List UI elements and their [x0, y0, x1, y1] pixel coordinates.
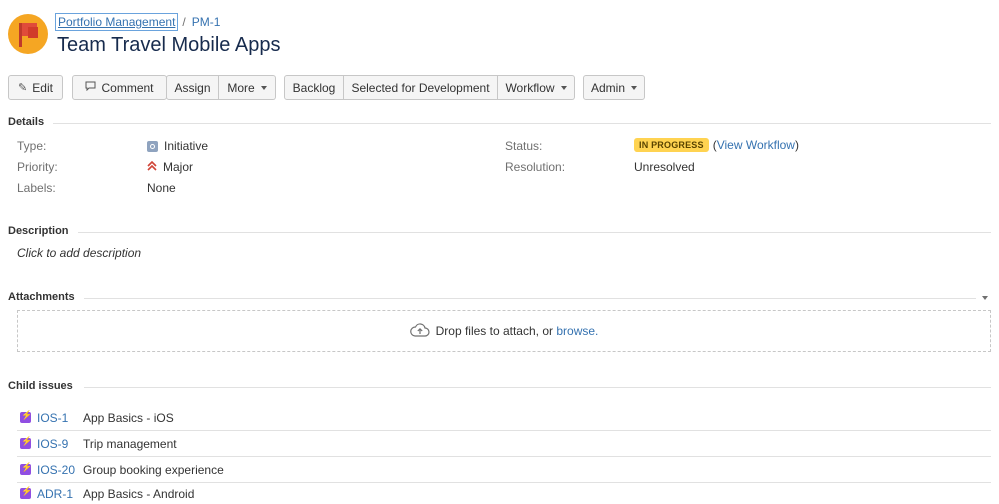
- attachment-dropzone[interactable]: Drop files to attach, or browse.: [17, 310, 991, 352]
- priority-label: Priority:: [17, 160, 58, 174]
- issue-title[interactable]: Team Travel Mobile Apps: [57, 34, 280, 57]
- drop-text: Drop files to attach, or: [435, 324, 553, 338]
- child-issue-summary[interactable]: App Basics - iOS: [83, 411, 174, 425]
- selected-for-development-label: Selected for Development: [351, 80, 490, 95]
- details-heading[interactable]: Details: [8, 116, 44, 128]
- table-row[interactable]: ADR-1 App Basics - Android: [17, 483, 991, 504]
- breadcrumb: Portfolio Management / PM-1: [54, 13, 221, 31]
- child-issue-summary[interactable]: Trip management: [83, 437, 177, 451]
- table-row[interactable]: IOS-1 App Basics - iOS: [17, 405, 991, 431]
- child-issue-summary[interactable]: App Basics - Android: [83, 487, 194, 501]
- status-label: Status:: [505, 139, 543, 153]
- chevron-down-icon[interactable]: [982, 296, 988, 300]
- attachments-divider: [84, 298, 976, 299]
- edit-button[interactable]: ✎ Edit: [8, 75, 63, 100]
- browse-link[interactable]: browse.: [556, 324, 598, 338]
- comment-icon: [85, 81, 96, 94]
- type-value: Initiative: [147, 139, 208, 153]
- details-divider: [53, 123, 991, 124]
- more-button[interactable]: More: [219, 75, 276, 100]
- child-issues-divider: [84, 387, 991, 388]
- comment-label: Comment: [101, 80, 154, 95]
- child-issue-key[interactable]: IOS-1: [37, 411, 83, 425]
- breadcrumb-issue-key[interactable]: PM-1: [192, 15, 221, 29]
- admin-label: Admin: [590, 80, 625, 95]
- epic-icon: [20, 462, 32, 475]
- breadcrumb-separator: /: [182, 15, 186, 29]
- priority-text: Major: [163, 160, 194, 174]
- workflow-label: Workflow: [505, 80, 555, 95]
- epic-icon: [20, 410, 32, 423]
- view-workflow-paren-close: ): [794, 138, 799, 152]
- backlog-label: Backlog: [292, 80, 336, 95]
- epic-icon: [20, 436, 32, 449]
- assign-label: Assign: [174, 80, 211, 95]
- child-issues-heading[interactable]: Child issues: [8, 380, 73, 392]
- labels-label: Labels:: [17, 181, 56, 195]
- status-badge: IN PROGRESS: [634, 138, 709, 152]
- child-issue-summary[interactable]: Group booking experience: [83, 463, 224, 477]
- comment-button[interactable]: Comment: [72, 75, 167, 100]
- attachments-heading[interactable]: Attachments: [8, 291, 75, 303]
- assign-button[interactable]: Assign: [166, 75, 219, 100]
- more-label: More: [227, 80, 255, 95]
- chevron-down-icon: [260, 86, 267, 90]
- chevron-down-icon: [631, 86, 637, 90]
- child-issue-key[interactable]: ADR-1: [37, 487, 83, 501]
- breadcrumb-project-link[interactable]: Portfolio Management: [54, 13, 179, 31]
- table-row[interactable]: IOS-20 Group booking experience: [17, 457, 991, 483]
- backlog-button[interactable]: Backlog: [284, 75, 344, 100]
- workflow-button[interactable]: Workflow: [498, 75, 575, 100]
- description-divider: [78, 232, 991, 233]
- edit-label: Edit: [32, 80, 53, 95]
- description-field[interactable]: Click to add description: [17, 246, 141, 260]
- status-value: IN PROGRESS (View Workflow): [634, 138, 799, 152]
- cloud-upload-icon: [409, 322, 430, 340]
- resolution-label: Resolution:: [505, 160, 566, 174]
- selected-for-development-button[interactable]: Selected for Development: [344, 75, 498, 100]
- initiative-icon: [147, 140, 158, 152]
- type-label: Type:: [17, 139, 47, 153]
- description-heading[interactable]: Description: [8, 225, 69, 237]
- table-row[interactable]: IOS-9 Trip management: [17, 431, 991, 457]
- type-text: Initiative: [164, 139, 209, 153]
- resolution-value: Unresolved: [634, 160, 695, 174]
- epic-icon: [20, 486, 32, 499]
- project-avatar[interactable]: [8, 14, 48, 54]
- child-issue-key[interactable]: IOS-9: [37, 437, 83, 451]
- admin-button[interactable]: Admin: [583, 75, 645, 100]
- flag-icon-fold: [28, 27, 38, 38]
- chevron-down-icon: [560, 86, 567, 90]
- pencil-icon: ✎: [18, 82, 28, 94]
- child-issue-key[interactable]: IOS-20: [37, 463, 83, 477]
- view-workflow-link[interactable]: View Workflow: [717, 138, 795, 152]
- priority-value: Major: [147, 160, 193, 174]
- labels-value[interactable]: None: [147, 181, 176, 195]
- priority-major-icon: [147, 160, 157, 173]
